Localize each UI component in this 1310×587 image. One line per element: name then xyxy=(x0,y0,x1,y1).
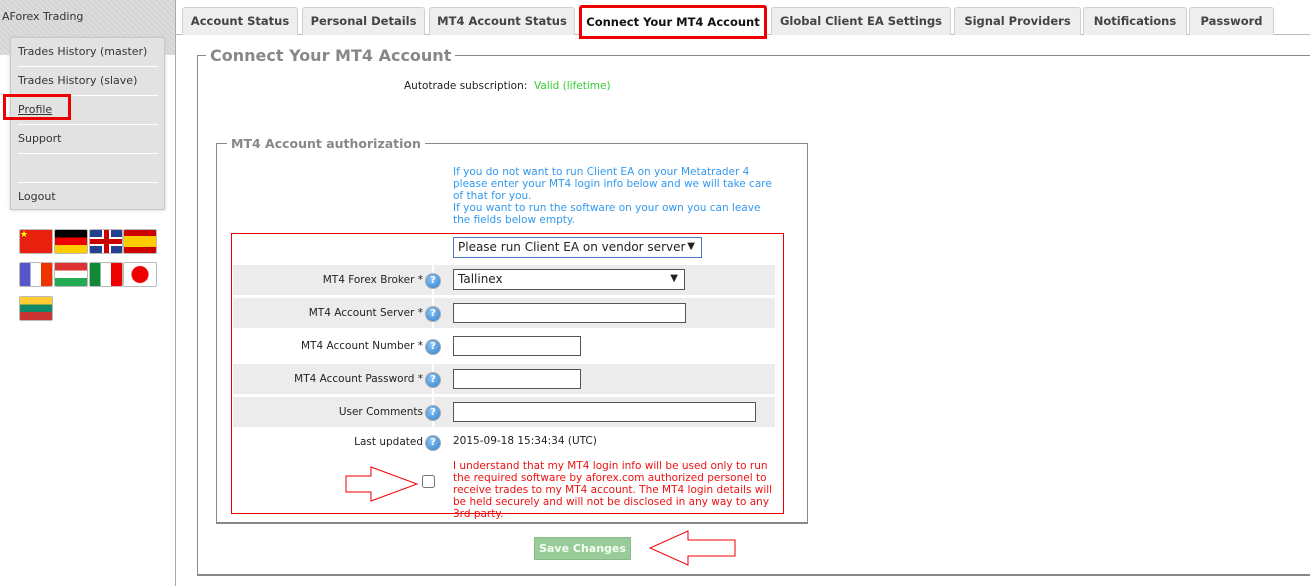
server-label: MT4 Account Server * xyxy=(308,307,423,319)
menu-support[interactable]: Support xyxy=(18,125,158,154)
menu-trades-history-slave[interactable]: Trades History (slave) xyxy=(18,67,158,96)
help-icon[interactable]: ? xyxy=(425,273,441,289)
help-icon[interactable]: ? xyxy=(425,339,441,355)
arrow-left-icon xyxy=(648,530,736,566)
save-changes-button[interactable]: Save Changes xyxy=(534,537,631,560)
broker-label: MT4 Forex Broker * xyxy=(322,274,423,286)
mode-select[interactable]: Please run Client EA on vendor server ▼ xyxy=(453,237,702,258)
password-input[interactable] xyxy=(453,369,581,389)
flag-italy-icon[interactable] xyxy=(89,262,123,287)
comments-row: User Comments? xyxy=(233,397,775,427)
flag-germany-icon[interactable] xyxy=(54,229,88,254)
server-row: MT4 Account Server *? xyxy=(233,298,775,328)
tab-personal-details[interactable]: Personal Details xyxy=(302,7,425,35)
info-text: If you do not want to run Client EA on y… xyxy=(453,166,773,226)
info-line-1: If you do not want to run Client EA on y… xyxy=(453,166,772,202)
subscription-value: Valid (lifetime) xyxy=(534,80,611,92)
updated-value: 2015-09-18 15:34:34 (UTC) xyxy=(453,435,597,447)
broker-row: MT4 Forex Broker *? Tallinex ▼ xyxy=(233,265,775,295)
tab-signal-providers[interactable]: Signal Providers xyxy=(954,7,1081,35)
updated-row: Last updated? 2015-09-18 15:34:34 (UTC) xyxy=(233,427,775,457)
subscription-label: Autotrade subscription: xyxy=(404,80,528,92)
number-row: MT4 Account Number *? xyxy=(233,331,775,361)
auth-legend: MT4 Account authorization xyxy=(231,136,421,151)
help-icon[interactable]: ? xyxy=(425,405,441,421)
updated-label: Last updated xyxy=(354,436,423,448)
help-icon[interactable]: ? xyxy=(425,435,441,451)
flag-china-icon[interactable]: ★ xyxy=(19,229,53,254)
help-icon[interactable]: ? xyxy=(425,372,441,388)
flag-japan-icon[interactable] xyxy=(123,262,157,287)
comments-label: User Comments xyxy=(338,406,423,418)
flag-france-icon[interactable] xyxy=(19,262,53,287)
tab-password[interactable]: Password xyxy=(1189,7,1274,35)
menu-trades-history-master[interactable]: Trades History (master) xyxy=(18,38,158,67)
chevron-down-icon: ▼ xyxy=(670,273,678,284)
password-row: MT4 Account Password *? xyxy=(233,364,775,394)
tab-mt4-account-status[interactable]: MT4 Account Status xyxy=(429,7,575,35)
tab-notifications[interactable]: Notifications xyxy=(1083,7,1187,35)
agreement-checkbox[interactable] xyxy=(422,475,435,488)
flag-hungary-icon[interactable] xyxy=(54,262,88,287)
info-line-2: If you want to run the software on your … xyxy=(453,202,761,226)
password-label: MT4 Account Password * xyxy=(294,373,423,385)
menu-blank xyxy=(18,154,158,183)
flag-lithuania-icon[interactable] xyxy=(19,296,53,321)
mode-select-value: Please run Client EA on vendor server xyxy=(458,240,686,254)
page-title: Connect Your MT4 Account xyxy=(210,46,452,65)
menu-logout[interactable]: Logout xyxy=(18,183,158,211)
sidebar-menu: Trades History (master) Trades History (… xyxy=(10,37,165,210)
highlight-box xyxy=(3,94,71,120)
flag-spain-icon[interactable] xyxy=(123,229,157,254)
agreement-text: I understand that my MT4 login info will… xyxy=(453,460,773,520)
brand-title: AForex Trading xyxy=(2,10,84,23)
tab-global-client-ea-settings[interactable]: Global Client EA Settings xyxy=(771,7,951,35)
tab-connect-mt4-account[interactable]: Connect Your MT4 Account xyxy=(579,5,767,39)
help-icon[interactable]: ? xyxy=(425,306,441,322)
flag-uk-icon[interactable] xyxy=(89,229,123,254)
account-number-input[interactable] xyxy=(453,336,581,356)
broker-select[interactable]: Tallinex ▼ xyxy=(453,269,685,290)
arrow-right-icon xyxy=(345,466,419,502)
tab-account-status[interactable]: Account Status xyxy=(182,7,298,35)
number-label: MT4 Account Number * xyxy=(301,340,423,352)
chevron-down-icon: ▼ xyxy=(687,241,695,252)
comments-input[interactable] xyxy=(453,402,756,422)
broker-select-value: Tallinex xyxy=(458,272,503,286)
server-input[interactable] xyxy=(453,303,686,323)
